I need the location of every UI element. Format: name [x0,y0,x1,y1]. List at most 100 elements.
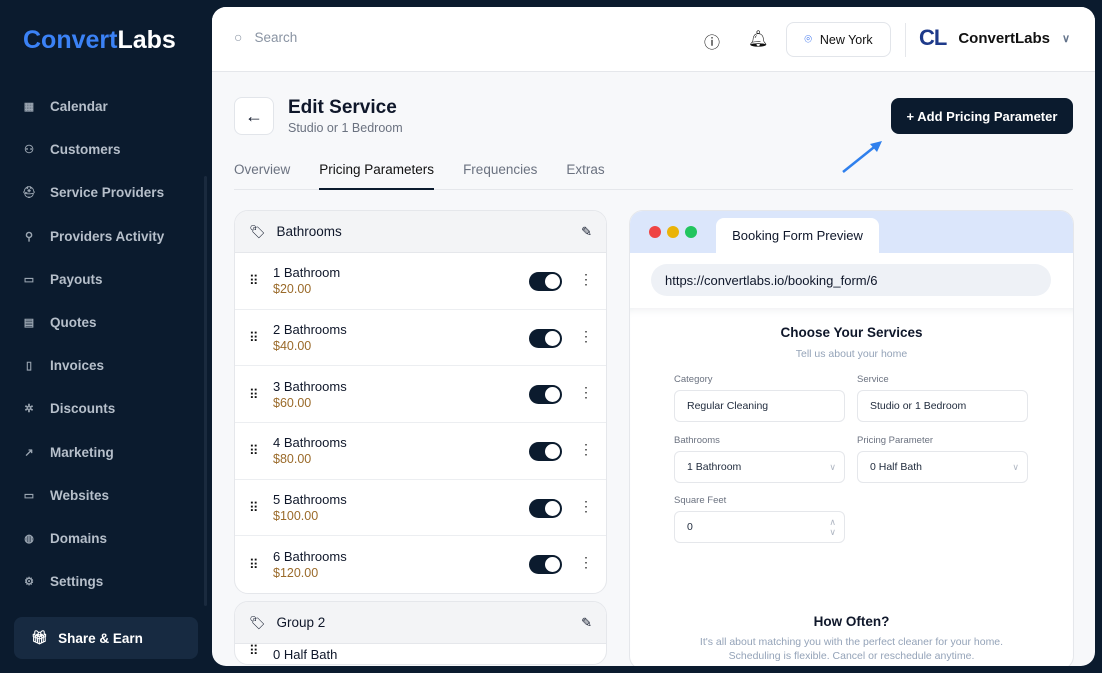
search-input[interactable]: ○ Search [234,29,297,45]
group-name: Bathrooms [276,224,342,239]
category-label: Category [674,374,713,385]
category-field[interactable]: Regular Cleaning [674,390,845,422]
category-value: Regular Cleaning [687,400,769,412]
item-name: 5 Bathrooms [273,492,347,508]
more-vertical-icon[interactable]: ⋮ [579,384,593,401]
sidebar-item-service-providers[interactable]: ⛑︎ Service Providers [0,171,212,214]
arrow-left-icon: ← [245,105,263,126]
item-name: 6 Bathrooms [273,549,347,565]
more-vertical-icon[interactable]: ⋮ [579,498,593,515]
users-icon: ⚇ [24,144,34,157]
edit-pencil-icon[interactable]: ✎ [581,224,592,240]
drag-handle-icon[interactable]: ⠿ [249,558,259,571]
list-item: ⠿ 4 Bathrooms $80.00 ⋮ [235,423,606,480]
sidebar-item-label: Discounts [50,401,116,417]
laptop-icon: ▭ [23,489,35,502]
search-icon: ○ [234,29,243,45]
group-name: Group 2 [276,615,326,630]
enable-toggle[interactable] [529,442,562,462]
how-often-text: It's all about matching you with the per… [699,636,1004,648]
list-item: ⠿ 1 Bathroom $20.00 ⋮ [235,253,606,310]
tab-extras[interactable]: Extras [566,153,604,190]
preview-tab[interactable]: Booking Form Preview [716,218,879,253]
sidebar-item-websites[interactable]: ▭ Websites [0,474,212,517]
more-vertical-icon[interactable]: ⋮ [579,271,593,288]
back-button[interactable]: ← [234,97,274,135]
sidebar-nav: ▦ Calendar ⚇ Customers ⛑︎ Service Providers ⚲ P… [0,85,212,603]
sidebar-item-label: Calendar [50,99,108,115]
globe-icon: ◍ [24,532,34,545]
edit-pencil-icon[interactable]: ✎ [581,615,592,631]
stepper-icon[interactable]: ∧ ∨ [829,517,836,537]
sidebar-item-domains[interactable]: ◍ Domains [0,517,212,560]
drag-handle-icon[interactable]: ⠿ [249,331,259,344]
drag-handle-icon[interactable]: ⠿ [249,501,259,514]
enable-toggle[interactable] [529,385,562,405]
provider-icon: ⛑︎ [22,187,36,200]
sidebar-item-label: Invoices [50,358,105,374]
item-price: $100.00 [273,509,319,524]
booking-form-preview: Booking Form Preview https://convertlabs… [629,210,1074,666]
sidebar-scrollbar[interactable] [204,176,207,606]
logo[interactable]: ConvertLabs [23,26,176,55]
group-card-group-2: 🏷︎ Group 2 ✎ ⠿ 0 Half Bath [234,601,607,665]
form-title: Choose Your Services [780,325,923,340]
service-field[interactable]: Studio or 1 Bedroom [857,390,1028,422]
drag-handle-icon[interactable]: ⠿ [249,274,259,287]
calendar-icon: ▦ [23,101,35,114]
sidebar-item-quotes[interactable]: ▤ Quotes [0,301,212,344]
bathrooms-label: Bathrooms [674,435,720,446]
main: ○ Search ⓘ 🔔︎ ⌾ New York CL ConvertLabs ∨ ← … [212,7,1095,666]
sidebar-item-invoices[interactable]: ▯ Invoices [0,344,212,387]
enable-toggle[interactable] [529,498,562,518]
page-title: Edit Service [288,97,397,118]
help-icon[interactable]: ⓘ [704,29,720,53]
drag-handle-icon[interactable]: ⠿ [249,644,259,657]
card-icon: ▭ [23,273,35,286]
location-button[interactable]: ⌾ New York [786,22,891,57]
sidebar: ConvertLabs ▦ Calendar ⚇ Customers ⛑︎ Service… [0,0,212,673]
enable-toggle[interactable] [529,555,562,575]
sidebar-item-settings[interactable]: ⚙︎ Settings [0,560,212,603]
sidebar-item-calendar[interactable]: ▦ Calendar [0,85,212,128]
logo-text-a: Convert [23,26,118,54]
chevron-down-icon: ∨ [1062,32,1071,45]
sidebar-item-providers-activity[interactable]: ⚲ Providers Activity [0,215,212,258]
sidebar-item-discounts[interactable]: ✲ Discounts [0,387,212,430]
account-menu[interactable]: CL ConvertLabs ∨ [919,25,1070,51]
sidebar-item-customers[interactable]: ⚇ Customers [0,128,212,171]
more-vertical-icon[interactable]: ⋮ [579,328,593,345]
item-price: $80.00 [273,452,312,467]
square-feet-input[interactable]: 0 ∧ ∨ [674,511,845,543]
sqft-label: Square Feet [674,495,727,506]
tabs: Overview Pricing Parameters Frequencies … [234,153,1073,190]
add-pricing-parameter-button[interactable]: + Add Pricing Parameter [891,98,1073,134]
window-maximize-dot [685,226,697,238]
url-bar[interactable]: https://convertlabs.io/booking_form/6 [651,264,1051,296]
sidebar-item-marketing[interactable]: ↗ Marketing [0,431,212,474]
logo-text-b: Labs [117,26,176,54]
divider [905,23,906,57]
enable-toggle[interactable] [529,272,562,291]
drag-handle-icon[interactable]: ⠿ [249,444,259,457]
share-earn-button[interactable]: 🎁︎ Share & Earn [14,617,198,659]
bell-icon[interactable]: 🔔︎ [748,29,768,49]
bathrooms-select[interactable]: 1 Bathroom ∨ [674,451,845,483]
more-vertical-icon[interactable]: ⋮ [579,554,593,571]
share-label: Share & Earn [58,630,143,646]
tab-pricing-parameters[interactable]: Pricing Parameters [319,153,435,190]
sidebar-item-label: Marketing [50,444,114,460]
drag-handle-icon[interactable]: ⠿ [249,388,259,401]
tag-icon: 🏷︎ [249,614,266,630]
file-icon: ▯ [25,360,33,373]
pricing-parameter-select[interactable]: 0 Half Bath ∨ [857,451,1028,483]
tab-frequencies[interactable]: Frequencies [463,153,537,190]
more-vertical-icon[interactable]: ⋮ [579,441,593,458]
item-name: 3 Bathrooms [273,378,347,394]
sidebar-item-label: Payouts [50,271,103,287]
sidebar-item-label: Settings [50,574,104,590]
sidebar-item-payouts[interactable]: ▭ Payouts [0,258,212,301]
enable-toggle[interactable] [529,328,562,348]
tab-overview[interactable]: Overview [234,153,290,190]
map-pin-icon: ⌾ [804,32,812,46]
